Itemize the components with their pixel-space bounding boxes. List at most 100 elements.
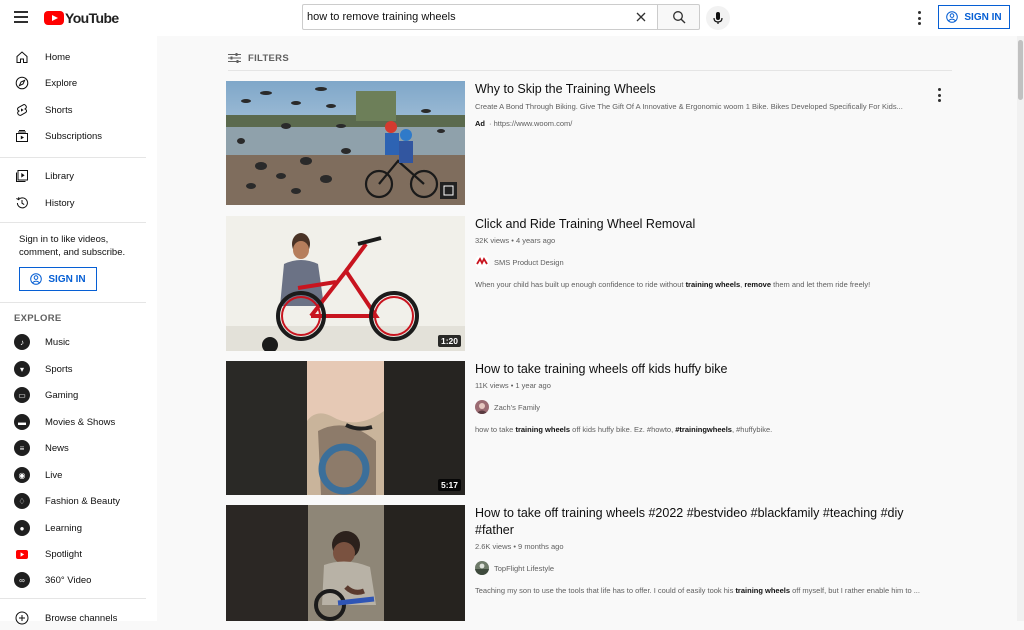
- account-icon: [946, 11, 959, 23]
- sidebar-item-music[interactable]: ♪ Music: [0, 330, 157, 354]
- video-title[interactable]: How to take training wheels off kids huf…: [475, 361, 945, 378]
- sidebar-item-news[interactable]: ≡ News: [0, 436, 157, 460]
- sidebar-item-sports[interactable]: ▾ Sports: [0, 357, 157, 381]
- thumbnail-image: [226, 505, 465, 621]
- video-description: When your child has built up enough conf…: [475, 280, 945, 290]
- sidebar-divider: [0, 302, 146, 303]
- sidebar-item-explore[interactable]: Explore: [0, 71, 157, 95]
- news-icon: ≡: [14, 440, 30, 456]
- sidebar-item-label: Learning: [45, 522, 82, 534]
- youtube-logo[interactable]: YouTube: [44, 10, 119, 26]
- sidebar-divider: [0, 598, 146, 599]
- channel-link[interactable]: Zach's Family: [475, 400, 945, 414]
- settings-more-icon[interactable]: [912, 9, 926, 27]
- video-thumbnail[interactable]: 1:20: [226, 216, 465, 351]
- gaming-icon: ▭: [14, 387, 30, 403]
- scrollbar-thumb[interactable]: [1018, 40, 1023, 100]
- spotlight-icon: [14, 546, 30, 562]
- desc-highlight: training wheels: [515, 425, 571, 434]
- trophy-icon: ▾: [14, 361, 30, 377]
- music-icon-wrap: ♪: [14, 334, 30, 350]
- thumbnail-image: [226, 216, 465, 351]
- sign-in-prompt: Sign in to like videos, comment, and sub…: [19, 234, 126, 258]
- sidebar-item-home[interactable]: Home: [0, 45, 157, 69]
- thumbnail-image: [226, 361, 465, 495]
- gaming-icon-wrap: ▭: [14, 387, 30, 403]
- ad-description: Create A Bond Through Biking. Give The G…: [475, 102, 903, 111]
- channel-avatar: [475, 400, 489, 414]
- video-title[interactable]: Why to Skip the Training Wheels: [475, 81, 945, 98]
- channel-link[interactable]: TopFlight Lifestyle: [475, 561, 945, 575]
- sidebar-item-360-video[interactable]: ∞ 360° Video: [0, 568, 157, 592]
- desc-highlight: training wheels: [735, 586, 791, 595]
- duration-badge: 1:20: [437, 335, 461, 347]
- clear-search-icon[interactable]: [633, 9, 649, 25]
- sign-in-button[interactable]: SIGN IN: [938, 5, 1010, 29]
- sidebar-item-spotlight[interactable]: Spotlight: [0, 542, 157, 566]
- sidebar-item-shorts[interactable]: Shorts: [0, 98, 157, 122]
- sidebar-item-browse-channels[interactable]: Browse channels: [0, 606, 157, 630]
- news-icon-wrap: ≡: [14, 440, 30, 456]
- sidebar-item-movies-shows[interactable]: ▬ Movies & Shows: [0, 410, 157, 434]
- sidebar-item-label: Shorts: [45, 104, 73, 116]
- channel-link[interactable]: SMS Product Design: [475, 255, 945, 269]
- more-actions-icon[interactable]: [936, 88, 942, 102]
- voice-search-button[interactable]: [706, 6, 730, 30]
- video-thumbnail[interactable]: 5:17: [226, 361, 465, 495]
- sidebar-item-fashion-beauty[interactable]: ♢ Fashion & Beauty: [0, 489, 157, 513]
- desc-text: Teaching my son to use the tools that li…: [475, 586, 736, 595]
- sidebar-item-label: Sports: [45, 363, 73, 375]
- video-info: How to take training wheels off kids huf…: [475, 361, 945, 435]
- video-info: How to take off training wheels #2022 #b…: [475, 505, 945, 596]
- sidebar-item-label: Gaming: [45, 389, 79, 401]
- sidebar-item-learning[interactable]: ● Learning: [0, 516, 157, 540]
- sidebar-item-gaming[interactable]: ▭ Gaming: [0, 383, 157, 407]
- ad-url[interactable]: · https://www.woom.com/: [489, 119, 572, 128]
- sidebar-item-label: 360° Video: [45, 574, 92, 586]
- filters-button[interactable]: FILTERS: [228, 52, 289, 64]
- channel-avatar: [475, 561, 489, 575]
- top-bar: YouTube SIGN IN: [0, 0, 1024, 36]
- video-meta: 2.6K views • 9 months ago: [475, 542, 564, 551]
- desc-text: how to take: [475, 425, 516, 434]
- vr-icon: ∞: [14, 572, 30, 588]
- video-info: Why to Skip the Training Wheels Create A…: [475, 81, 945, 128]
- video-meta: 32K views • 4 years ago: [475, 236, 556, 245]
- video-thumbnail[interactable]: [226, 505, 465, 621]
- scrollbar[interactable]: [1017, 36, 1024, 621]
- video-meta: 11K views • 1 year ago: [475, 381, 551, 390]
- sidebar-item-subscriptions[interactable]: Subscriptions: [0, 124, 157, 148]
- video-title[interactable]: Click and Ride Training Wheel Removal: [475, 216, 945, 233]
- sidebar-item-label: Subscriptions: [45, 130, 103, 142]
- ad-badge: Ad: [475, 119, 485, 128]
- movies-icon: ▬: [14, 414, 30, 430]
- sidebar-item-label: Live: [45, 469, 63, 481]
- explore-heading: EXPLORE: [14, 313, 62, 324]
- sidebar-item-label: Movies & Shows: [45, 416, 116, 428]
- bulb-icon-wrap: ●: [14, 520, 30, 536]
- ad-result: Why to Skip the Training Wheels Create A…: [226, 81, 956, 207]
- video-result: How to take off training wheels #2022 #b…: [226, 505, 956, 621]
- video-thumbnail[interactable]: [226, 81, 465, 205]
- video-result: 1:20 Click and Ride Training Wheel Remov…: [226, 216, 956, 351]
- sidebar-item-history[interactable]: History: [0, 191, 157, 215]
- channel-name: Zach's Family: [494, 402, 541, 412]
- channel-avatar: [475, 255, 489, 269]
- sidebar-item-library[interactable]: Library: [0, 164, 157, 188]
- search-button[interactable]: [658, 4, 700, 30]
- menu-icon[interactable]: [14, 11, 28, 23]
- sidebar-sign-in-button[interactable]: SIGN IN: [19, 267, 97, 291]
- sidebar-item-label: Home: [45, 51, 71, 63]
- vr-icon-wrap: ∞: [14, 572, 30, 588]
- search-input[interactable]: [307, 11, 627, 23]
- channel-name: SMS Product Design: [494, 257, 564, 267]
- desc-highlight: #trainingwheels: [675, 425, 732, 434]
- sidebar-item-label: History: [45, 197, 75, 209]
- sidebar-item-label: Spotlight: [45, 548, 82, 560]
- sign-in-label: SIGN IN: [964, 11, 1002, 23]
- video-title[interactable]: How to take off training wheels #2022 #b…: [475, 505, 945, 539]
- sidebar-item-live[interactable]: ◉ Live: [0, 463, 157, 487]
- search-icon: [672, 11, 685, 24]
- library-icon: [14, 168, 30, 184]
- microphone-icon: [713, 12, 723, 24]
